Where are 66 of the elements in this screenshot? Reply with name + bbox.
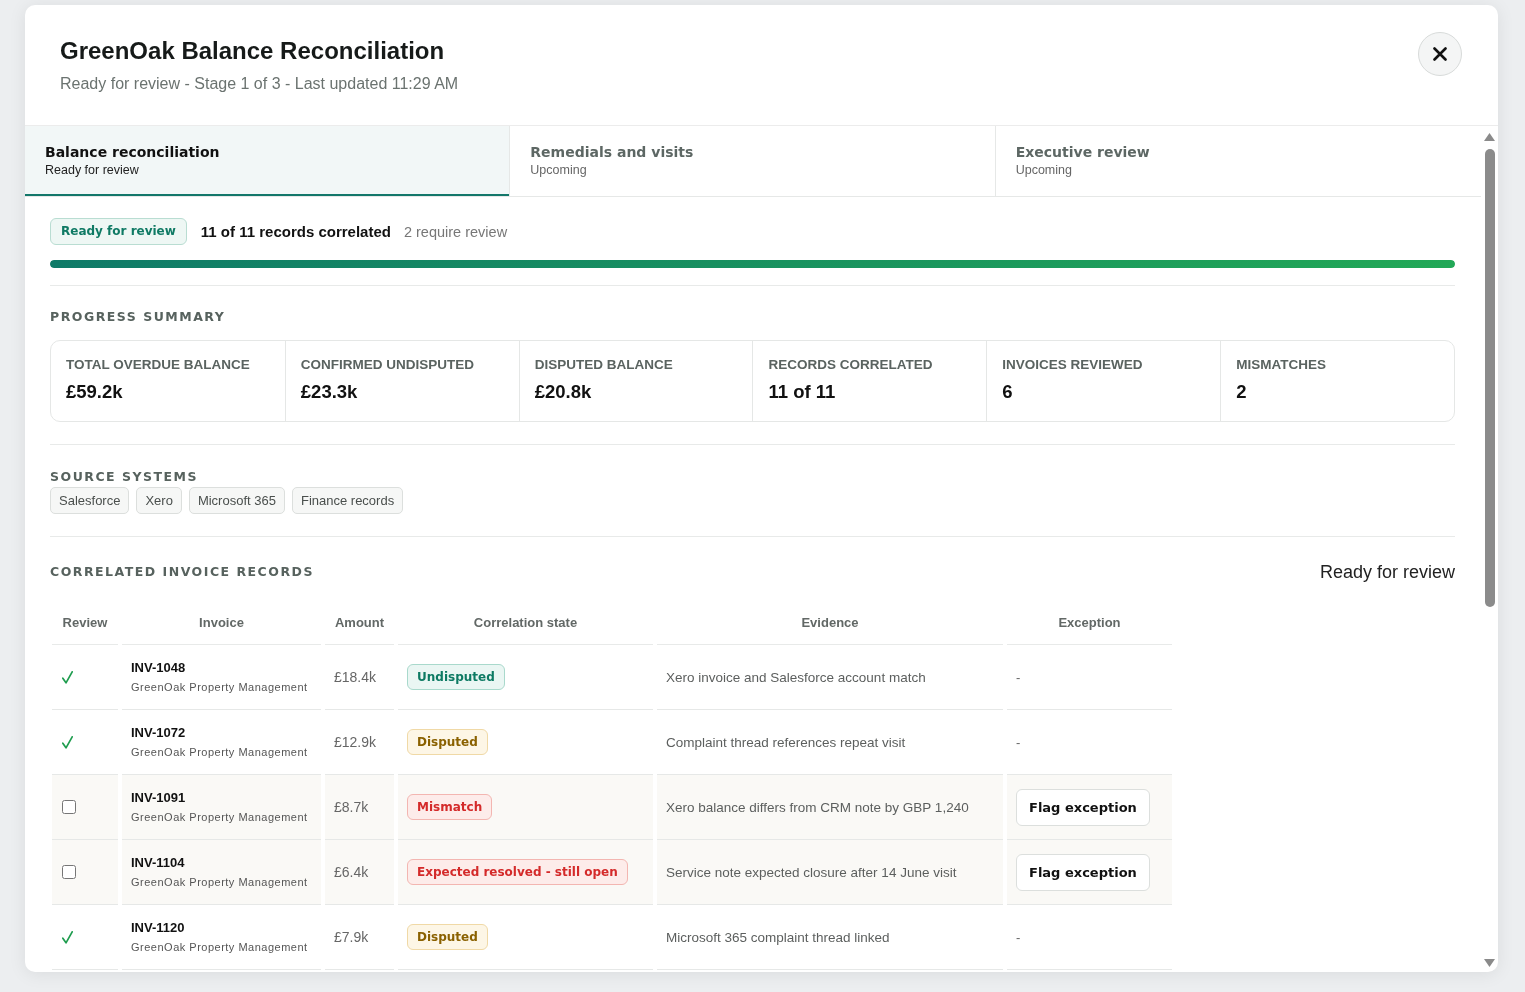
state-tag: Expected resolved - still open [407,859,628,885]
checkbox[interactable] [62,800,76,814]
stat-label: INVOICES REVIEWED [1002,357,1144,373]
stat-label: MISMATCHES [1236,357,1327,373]
scroll-up-icon[interactable] [1484,133,1495,141]
stat-label: CONFIRMED UNDISPUTED [300,357,476,373]
close-icon [1433,47,1447,61]
column-header: Evidence [657,601,1003,645]
table-cell: Xero invoice and Salesforce account match [657,645,1003,710]
column-header: Invoice [122,601,321,645]
dialog-title: GreenOak Balance Reconciliation [60,36,446,65]
stat-label: RECORDS CORRELATED [768,357,934,373]
invoice-number: INV-1048 [131,660,187,676]
stat-label: TOTAL OVERDUE BALANCE [66,357,251,373]
state-tag: Undisputed [407,664,505,690]
stat-value: £20.8k [534,381,593,403]
invoice-number: INV-1120 [131,920,186,936]
stat-value: £23.3k [300,381,359,403]
records-summary: 11 of 11 records correlated [200,223,391,240]
state-tag: Mismatch [407,794,493,820]
stat-label: DISPUTED BALANCE [534,357,674,373]
invoice-number: INV-1072 [131,725,187,741]
source-chip: Xero [136,487,182,514]
customer-name: GreenOak Property Management [131,875,309,889]
source-chip: Finance records [291,487,404,514]
source-chip: Microsoft 365 [188,487,285,514]
table-cell: Service note expected closure after 14 June visit [657,840,1003,905]
stat-value: 11 of 11 [768,381,837,403]
invoice-number: INV-1104 [131,855,186,871]
table-cell: Microsoft 365 complaint thread linked [657,905,1003,970]
table-cell: - [1007,645,1172,710]
table-cell: £7.9k [325,905,394,970]
customer-name: GreenOak Property Management [131,680,309,694]
dialog-subtitle: Ready for review - Stage 1 of 3 - Last updated 11:29 AM [60,74,459,93]
customer-name: GreenOak Property Management [131,810,309,824]
table-cell: £18.4k [325,645,394,710]
column-header: Amount [325,601,394,645]
tab[interactable]: Balance reconciliation Ready for review [25,126,511,196]
customer-name: GreenOak Property Management [131,745,309,759]
status-tag: Ready for review [50,218,187,245]
table-cell: Xero balance differs from CRM note by GBP 1,240 [657,775,1003,840]
flag-exception-button[interactable]: Flag exception [1016,788,1150,826]
review-note: 2 require review [403,223,508,240]
table-cell: - [1007,905,1172,970]
flag-exception-button[interactable]: Flag exception [1016,853,1150,891]
section-heading: PROGRESS SUMMARY [50,309,227,325]
column-header: Review [52,601,118,645]
records-status: Ready for review [1319,561,1455,583]
invoice-number: INV-1091 [131,790,187,806]
column-header: Exception [1007,601,1172,645]
checkbox[interactable] [62,865,76,879]
section-heading: CORRELATED INVOICE RECORDS [50,564,314,580]
table-cell: £8.7k [325,775,394,840]
close-button[interactable] [1418,32,1462,76]
table-cell: £6.4k [325,840,394,905]
stat-value: 2 [1236,381,1248,403]
stat-value: £59.2k [66,381,124,403]
state-tag: Disputed [407,729,488,755]
scrollbar-thumb[interactable] [1484,149,1495,607]
section-heading: SOURCE SYSTEMS [50,469,200,485]
column-header: Correlation state [398,601,653,645]
customer-name: GreenOak Property Management [131,940,309,954]
state-tag: Disputed [407,924,488,950]
stat-value: 6 [1002,381,1014,403]
source-chip: Salesforce [50,487,130,514]
scroll-down-icon[interactable] [1484,959,1495,967]
